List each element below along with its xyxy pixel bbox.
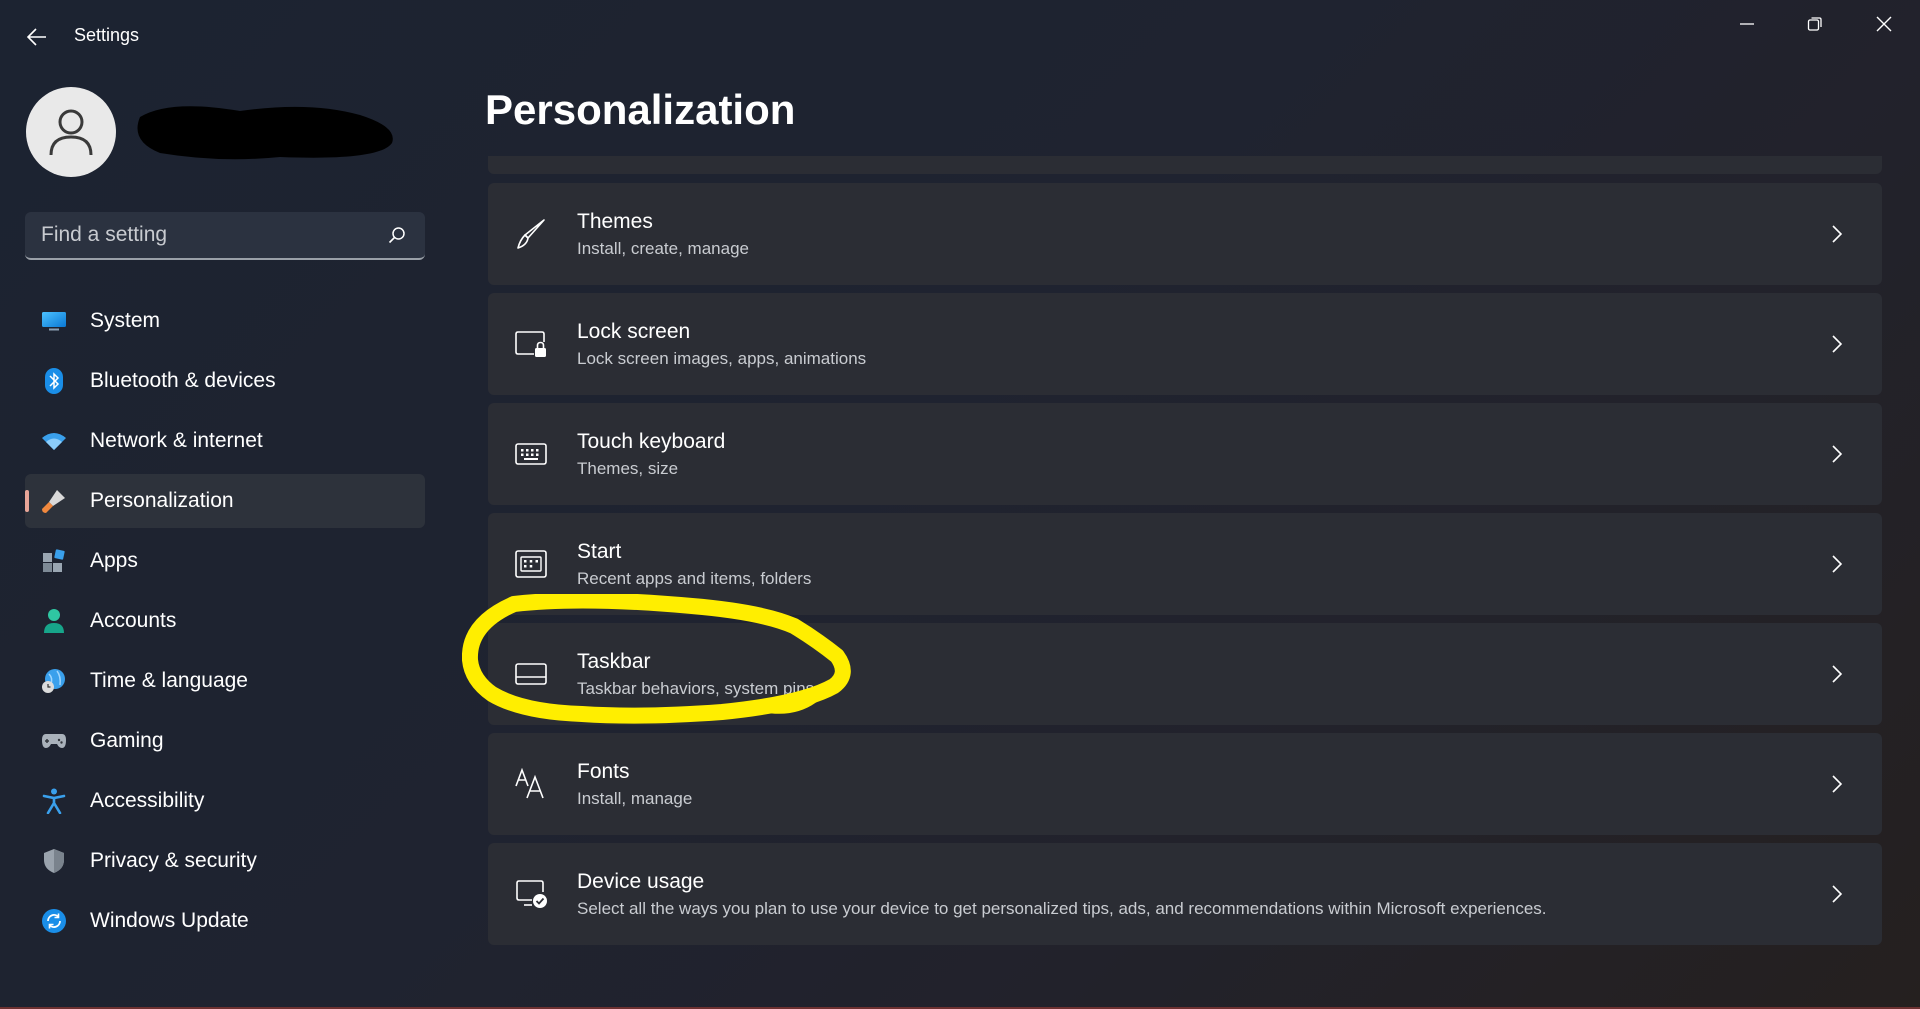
card-subtitle: Lock screen images, apps, animations [577, 348, 867, 368]
paintbrush-icon [39, 486, 69, 516]
sidebar-item-gaming[interactable]: Gaming [25, 714, 425, 768]
card-subtitle: Install, manage [577, 788, 693, 808]
card-device-usage[interactable]: Device usage Select all the ways you pla… [488, 843, 1882, 945]
sidebar-item-label: Accessibility [90, 789, 205, 812]
card-subtitle: Select all the ways you plan to use your… [577, 898, 1547, 918]
page-title: Personalization [485, 86, 796, 133]
sidebar-item-label: Apps [90, 549, 138, 572]
sidebar-item-label: Windows Update [90, 909, 249, 932]
minimize-icon [1740, 23, 1754, 25]
card-title: Taskbar [577, 649, 651, 673]
update-icon [39, 906, 69, 936]
card-title: Themes [577, 209, 653, 233]
card-touch-keyboard[interactable]: Touch keyboard Themes, size [488, 403, 1882, 505]
back-arrow-icon [27, 28, 46, 46]
card-subtitle: Taskbar behaviors, system pins [577, 678, 815, 698]
card-title: Lock screen [577, 319, 691, 343]
sidebar-item-label: Privacy & security [90, 849, 257, 872]
sidebar-item-accessibility[interactable]: Accessibility [25, 774, 425, 828]
close-button[interactable] [1850, 4, 1918, 44]
card-lock-screen[interactable]: Lock screen Lock screen images, apps, an… [488, 293, 1882, 395]
person-icon [39, 606, 69, 636]
search-icon[interactable] [377, 215, 417, 255]
restore-button[interactable] [1781, 4, 1849, 44]
settings-card-list: Themes Install, create, manage Lock scre… [488, 183, 1882, 953]
minimize-button[interactable] [1713, 4, 1781, 44]
sidebar-item-windows-update[interactable]: Windows Update [25, 894, 425, 948]
chevron-right-icon [1822, 879, 1852, 909]
sidebar-nav: System Bluetooth & devices Network & int… [25, 294, 425, 954]
shield-icon [39, 846, 69, 876]
fonts-icon [511, 764, 551, 804]
back-button[interactable] [20, 20, 54, 54]
restore-icon [1807, 17, 1822, 31]
card-title: Device usage [577, 869, 705, 893]
card-taskbar[interactable]: Taskbar Taskbar behaviors, system pins [488, 623, 1882, 725]
redacted-username [137, 106, 393, 160]
card-subtitle: Recent apps and items, folders [577, 568, 812, 588]
card-title: Touch keyboard [577, 429, 726, 453]
sidebar-item-label: Bluetooth & devices [90, 369, 276, 392]
sidebar-item-apps[interactable]: Apps [25, 534, 425, 588]
sidebar-item-bluetooth-devices[interactable]: Bluetooth & devices [25, 354, 425, 408]
sidebar-item-label: Accounts [90, 609, 177, 632]
card-fonts[interactable]: Fonts Install, manage [488, 733, 1882, 835]
sidebar-item-privacy-security[interactable]: Privacy & security [25, 834, 425, 888]
close-icon [1876, 16, 1892, 32]
sidebar-item-personalization[interactable]: Personalization [25, 474, 425, 528]
chevron-right-icon [1822, 329, 1852, 359]
sidebar-item-system[interactable]: System [25, 294, 425, 348]
card-themes[interactable]: Themes Install, create, manage [488, 183, 1882, 285]
chevron-right-icon [1822, 549, 1852, 579]
chevron-right-icon [1822, 219, 1852, 249]
sidebar-item-label: Time & language [90, 669, 248, 692]
search-box [25, 212, 425, 260]
start-menu-icon [511, 544, 551, 584]
globe-clock-icon [39, 666, 69, 696]
sidebar-item-label: System [90, 309, 161, 332]
card-title: Fonts [577, 759, 630, 783]
accessibility-icon [39, 786, 69, 816]
monitor-icon [39, 306, 69, 336]
apps-icon [39, 546, 69, 576]
chevron-right-icon [1822, 769, 1852, 799]
sidebar-item-label: Gaming [90, 729, 164, 752]
title-bar: Settings [0, 0, 1920, 72]
sidebar-item-accounts[interactable]: Accounts [25, 594, 425, 648]
chevron-right-icon [1822, 659, 1852, 689]
sidebar-item-time-language[interactable]: Time & language [25, 654, 425, 708]
search-input[interactable] [25, 222, 377, 248]
person-icon [49, 109, 93, 156]
wifi-icon [39, 426, 69, 456]
gamepad-icon [39, 726, 69, 756]
brush-icon [511, 214, 551, 254]
device-usage-icon [511, 874, 551, 914]
app-title: Settings [74, 25, 140, 45]
card-title: Start [577, 539, 622, 563]
sidebar-item-label: Network & internet [90, 429, 263, 452]
bluetooth-icon [39, 366, 69, 396]
avatar[interactable] [26, 87, 116, 177]
card-subtitle: Themes, size [577, 458, 679, 478]
lock-screen-icon [511, 324, 551, 364]
card-partial-above [488, 156, 1882, 174]
keyboard-icon [511, 434, 551, 474]
taskbar-icon [511, 654, 551, 694]
sidebar-item-network-internet[interactable]: Network & internet [25, 414, 425, 468]
chevron-right-icon [1822, 439, 1852, 469]
sidebar-item-label: Personalization [90, 489, 234, 512]
card-subtitle: Install, create, manage [577, 238, 749, 258]
card-start[interactable]: Start Recent apps and items, folders [488, 513, 1882, 615]
